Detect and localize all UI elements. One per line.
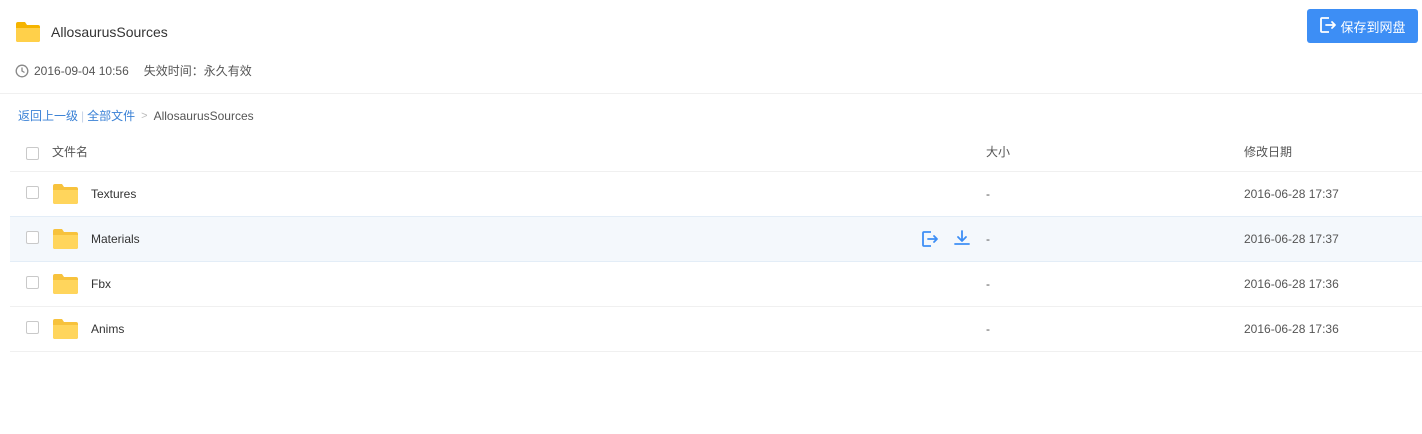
folder-icon xyxy=(52,228,79,250)
file-name[interactable]: Textures xyxy=(91,187,136,201)
row-checkbox[interactable] xyxy=(26,321,39,334)
download-icon[interactable] xyxy=(951,228,973,250)
file-size: - xyxy=(986,277,990,291)
file-name-cell: Anims xyxy=(52,307,124,351)
file-table: 文件名 大小 修改日期 Textures - 2016-06-28 17:37 xyxy=(10,132,1422,352)
table-header: 文件名 大小 修改日期 xyxy=(10,132,1422,172)
folder-icon xyxy=(15,21,41,43)
clock-icon xyxy=(15,64,29,78)
file-size: - xyxy=(986,322,990,336)
breadcrumb-current: AllosaurusSources xyxy=(153,108,254,123)
share-page: AllosaurusSources 保存到网盘 2016-09-04 10:56… xyxy=(0,0,1422,434)
save-to-drive-icon xyxy=(1319,16,1340,37)
column-header-name[interactable]: 文件名 xyxy=(52,132,88,171)
file-name-cell: Textures xyxy=(52,172,136,216)
file-size: - xyxy=(986,187,990,201)
column-header-size[interactable]: 大小 xyxy=(986,132,1010,171)
share-header: AllosaurusSources 保存到网盘 2016-09-04 10:56… xyxy=(0,0,1422,94)
breadcrumb-separator: | xyxy=(81,108,85,123)
save-to-drive-icon[interactable] xyxy=(919,228,941,250)
title-row: AllosaurusSources xyxy=(15,20,168,44)
folder-icon xyxy=(52,273,79,295)
column-header-modified[interactable]: 修改日期 xyxy=(1244,132,1292,171)
save-to-drive-label: 保存到网盘 xyxy=(1340,19,1406,35)
table-row[interactable]: Materials - 2016-06-28 17:37 xyxy=(10,216,1422,262)
file-modified: 2016-06-28 17:36 xyxy=(1244,322,1339,336)
page-title: AllosaurusSources xyxy=(51,24,168,40)
row-checkbox[interactable] xyxy=(26,186,39,199)
table-row[interactable]: Anims - 2016-06-28 17:36 xyxy=(10,307,1422,352)
row-actions xyxy=(919,217,983,261)
file-modified: 2016-06-28 17:37 xyxy=(1244,232,1339,246)
file-modified: 2016-06-28 17:36 xyxy=(1244,277,1339,291)
file-name-cell: Fbx xyxy=(52,262,111,306)
share-date: 2016-09-04 10:56 xyxy=(34,63,129,78)
table-row[interactable]: Fbx - 2016-06-28 17:36 xyxy=(10,262,1422,307)
share-meta: 2016-09-04 10:56 失效时间：永久有效 xyxy=(15,62,252,79)
file-name[interactable]: Anims xyxy=(91,322,124,336)
breadcrumb: 返回上一级 | 全部文件 > AllosaurusSources xyxy=(18,107,254,124)
expire-text: 失效时间：永久有效 xyxy=(143,64,252,78)
row-checkbox[interactable] xyxy=(26,276,39,289)
row-checkbox[interactable] xyxy=(26,231,39,244)
file-name[interactable]: Fbx xyxy=(91,277,111,291)
select-all-checkbox[interactable] xyxy=(26,147,39,160)
file-modified: 2016-06-28 17:37 xyxy=(1244,187,1339,201)
all-files-link[interactable]: 全部文件 xyxy=(87,107,135,124)
save-to-drive-button[interactable]: 保存到网盘 xyxy=(1307,9,1418,43)
folder-icon xyxy=(52,318,79,340)
back-link[interactable]: 返回上一级 xyxy=(18,107,78,124)
file-size: - xyxy=(986,232,990,246)
breadcrumb-arrow-icon: > xyxy=(141,109,148,122)
file-name[interactable]: Materials xyxy=(91,232,140,246)
file-name-cell: Materials xyxy=(52,217,140,261)
folder-icon xyxy=(52,183,79,205)
table-row[interactable]: Textures - 2016-06-28 17:37 xyxy=(10,172,1422,217)
